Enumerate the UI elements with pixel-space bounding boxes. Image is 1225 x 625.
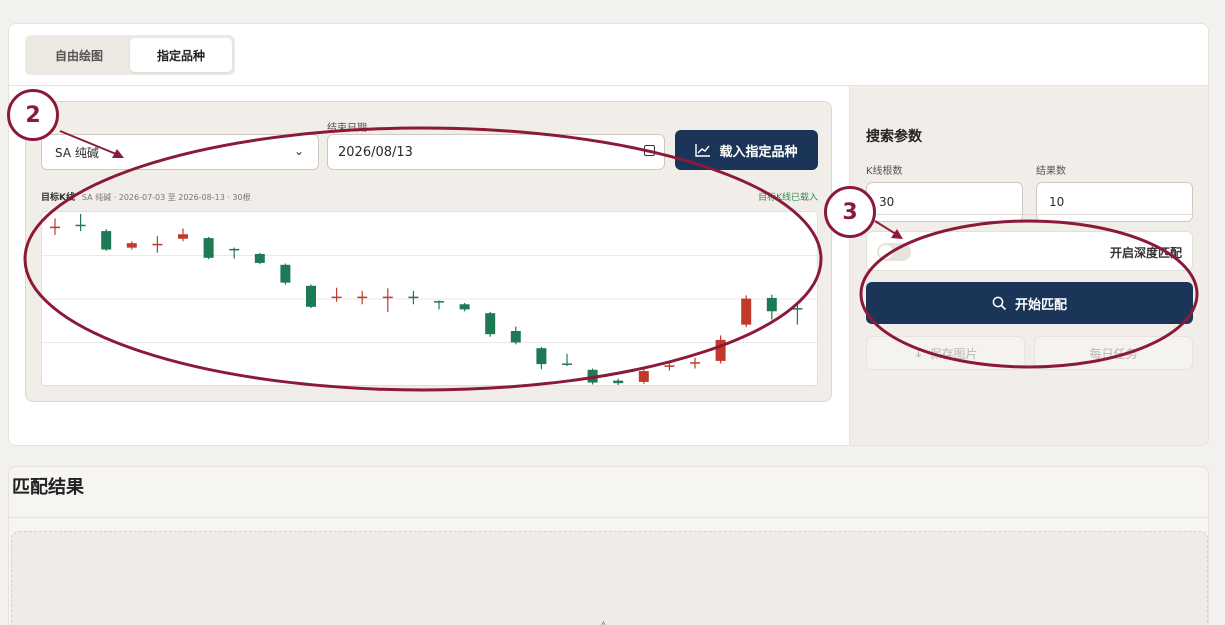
candle xyxy=(613,378,624,385)
search-params-panel: 搜索参数 K线根数 结果数 30 10 开启深度匹配 开始匹配 ↧ 保存图片 每… xyxy=(849,86,1208,445)
candle xyxy=(75,213,86,232)
candle xyxy=(280,263,291,285)
candle xyxy=(638,368,649,384)
mode-tabs: 自由绘图 指定品种 xyxy=(25,35,235,75)
search-icon xyxy=(992,296,1007,310)
symbol-form-box: SA 纯碱 ⌄ 结束日期 2026/08/13 载入指定品种 目标K线 SA 纯… xyxy=(25,101,832,402)
daily-task-button[interactable]: 每日任务 xyxy=(1034,336,1193,370)
symbol-select-value: SA 纯碱 xyxy=(55,145,99,160)
daily-task-label: 每日任务 xyxy=(1089,346,1138,361)
start-match-label: 开始匹配 xyxy=(1014,297,1067,313)
kline-count-label: K线根数 xyxy=(866,166,903,177)
candle xyxy=(792,301,803,325)
params-divider xyxy=(866,214,1193,215)
start-match-button[interactable]: 开始匹配 xyxy=(866,282,1193,324)
candle xyxy=(741,295,752,328)
save-image-label: 保存图片 xyxy=(929,346,978,361)
candle xyxy=(152,236,163,253)
candle xyxy=(664,361,675,371)
candle xyxy=(306,284,316,309)
candlestick-chart xyxy=(41,211,818,386)
deep-match-row: 开启深度匹配 xyxy=(866,231,1193,271)
params-title: 搜索参数 xyxy=(866,129,922,145)
empty-state-icon: △ xyxy=(598,618,609,625)
tab-specified-symbol[interactable]: 指定品种 xyxy=(130,38,232,72)
symbol-select[interactable]: SA 纯碱 ⌄ xyxy=(41,134,319,170)
candle xyxy=(50,218,60,235)
result-count-label: 结果数 xyxy=(1036,166,1066,177)
candle xyxy=(408,290,419,305)
results-empty-area: △ xyxy=(11,531,1208,625)
results-card: 匹配结果 △ xyxy=(8,466,1209,625)
candle xyxy=(254,252,265,265)
candle xyxy=(357,290,368,305)
result-count-input[interactable]: 10 xyxy=(1036,182,1193,222)
chart-subtitle: SA 纯碱 · 2026-07-03 至 2026-08-13 · 30根 xyxy=(81,193,251,202)
candle xyxy=(766,294,777,320)
candle xyxy=(459,303,470,312)
end-date-input[interactable]: 2026/08/13 xyxy=(327,134,665,170)
end-date-value: 2026/08/13 xyxy=(338,144,413,160)
chart-status: 目标K线已载入 xyxy=(758,193,818,203)
candle xyxy=(690,357,700,369)
deep-match-toggle[interactable] xyxy=(877,243,911,261)
candle xyxy=(485,311,496,337)
calendar-icon[interactable] xyxy=(644,145,655,156)
candlestick-svg xyxy=(42,213,817,385)
chevron-down-icon: ⌄ xyxy=(293,144,304,158)
annotation-badge-2: 2 xyxy=(7,89,59,141)
candle xyxy=(203,236,214,260)
candle xyxy=(229,247,240,259)
load-symbol-label: 载入指定品种 xyxy=(719,144,798,160)
search-card: 自由绘图 指定品种 SA 纯碱 ⌄ 结束日期 2026/08/13 载入指定品种 xyxy=(8,23,1209,446)
chart-title: 目标K线 xyxy=(41,193,75,203)
candle xyxy=(382,288,393,312)
candle xyxy=(562,353,572,366)
end-date-label: 结束日期 xyxy=(327,123,367,134)
tab-bar: 自由绘图 指定品种 xyxy=(9,24,1208,86)
candle xyxy=(510,326,521,345)
kline-count-input[interactable]: 30 xyxy=(866,182,1023,222)
candle xyxy=(434,300,444,310)
tab-free-draw[interactable]: 自由绘图 xyxy=(28,38,130,72)
candle xyxy=(331,287,342,302)
candle xyxy=(587,368,598,385)
results-divider xyxy=(9,517,1208,518)
download-icon: ↧ xyxy=(913,346,924,360)
symbol-panel: SA 纯碱 ⌄ 结束日期 2026/08/13 载入指定品种 目标K线 SA 纯… xyxy=(9,86,849,445)
load-symbol-button[interactable]: 载入指定品种 xyxy=(675,130,818,170)
save-image-button[interactable]: ↧ 保存图片 xyxy=(866,336,1025,370)
annotation-badge-3: 3 xyxy=(824,186,876,238)
results-title: 匹配结果 xyxy=(12,477,84,498)
candle xyxy=(126,241,137,250)
candle xyxy=(178,228,188,242)
candle xyxy=(101,229,112,251)
deep-match-label: 开启深度匹配 xyxy=(1109,246,1182,260)
candle xyxy=(536,346,547,370)
line-chart-icon xyxy=(695,144,711,157)
chart-header: 目标K线 SA 纯碱 · 2026-07-03 至 2026-08-13 · 3… xyxy=(41,190,818,204)
candle xyxy=(715,335,726,364)
